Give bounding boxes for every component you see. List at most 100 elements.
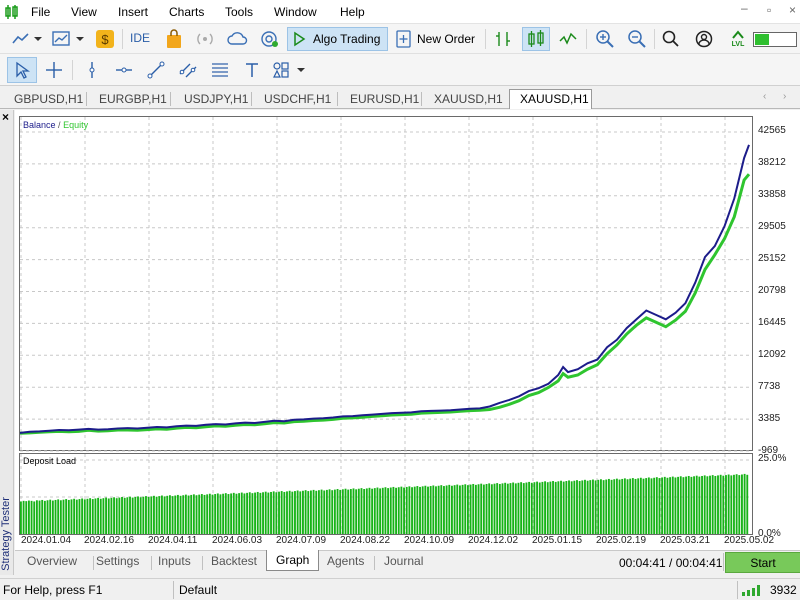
deposit-load-bar bbox=[565, 481, 568, 534]
deposit-load-bar bbox=[437, 485, 440, 534]
tab-backtest[interactable]: Backtest bbox=[211, 554, 257, 568]
x-tick: 2024.10.09 bbox=[404, 535, 455, 546]
deposit-load-bar bbox=[480, 483, 483, 534]
deposit-load-bar bbox=[477, 484, 480, 534]
deposit-load-bar bbox=[206, 494, 209, 534]
deposit-load-bar bbox=[333, 489, 336, 534]
tab-inputs[interactable]: Inputs bbox=[158, 554, 191, 568]
deposit-load-bar bbox=[520, 482, 523, 534]
deposit-load-bar bbox=[701, 475, 703, 534]
deposit-load-bar bbox=[621, 478, 624, 534]
deposit-load-bar bbox=[490, 484, 493, 534]
tab-graph[interactable]: Graph bbox=[266, 550, 320, 571]
deposit-load-bar bbox=[230, 493, 233, 534]
deposit-load-bar bbox=[315, 490, 318, 534]
deposit-load-bar bbox=[496, 483, 499, 534]
deposit-load-bar bbox=[576, 480, 578, 534]
tab-journal[interactable]: Journal bbox=[384, 554, 423, 568]
deposit-load-bar bbox=[403, 487, 405, 534]
y-tick: 20798 bbox=[758, 285, 786, 296]
deposit-load-bar bbox=[482, 484, 485, 534]
deposit-load-bar bbox=[161, 495, 163, 534]
deposit-load-bar bbox=[323, 490, 326, 534]
deposit-load-bar bbox=[650, 478, 653, 534]
y-tick: 16445 bbox=[758, 317, 786, 328]
tab-settings[interactable]: Settings bbox=[96, 554, 139, 568]
deposit-load-bar bbox=[634, 478, 637, 534]
deposit-load-bar bbox=[307, 491, 310, 534]
deposit-load-bar bbox=[693, 476, 695, 534]
deposit-load-bar bbox=[615, 478, 618, 534]
deposit-load-bar bbox=[139, 497, 142, 534]
deposit-load-bar bbox=[647, 477, 650, 534]
deposit-load-bar bbox=[440, 485, 443, 534]
deposit-load-bar bbox=[147, 497, 150, 534]
deposit-load-bar bbox=[179, 495, 182, 534]
deposit-load-bar bbox=[570, 481, 573, 534]
deposit-load-bar bbox=[251, 493, 254, 534]
deposit-load-bar bbox=[371, 488, 374, 534]
deposit-load-bar bbox=[286, 491, 288, 534]
deposit-load-bar bbox=[43, 500, 46, 534]
x-tick: 2025.05.02 bbox=[724, 535, 775, 546]
deposit-load-bar bbox=[493, 483, 496, 534]
tab-agents[interactable]: Agents bbox=[327, 554, 364, 568]
deposit-load-bar bbox=[107, 498, 110, 534]
deposit-load-bar bbox=[568, 480, 570, 534]
deposit-load-bar bbox=[275, 492, 278, 534]
deposit-load-bar bbox=[190, 494, 193, 534]
deposit-load-bar bbox=[456, 484, 459, 534]
deposit-load-bar bbox=[592, 479, 594, 534]
deposit-load-bar bbox=[658, 478, 661, 534]
deposit-load-bar bbox=[349, 489, 352, 534]
deposit-load-bar bbox=[67, 499, 70, 534]
deposit-load-bar bbox=[536, 481, 539, 534]
deposit-load-bar bbox=[461, 484, 464, 534]
deposit-load-bar bbox=[586, 480, 589, 534]
start-button[interactable]: Start bbox=[725, 552, 800, 573]
deposit-load-bar bbox=[400, 486, 403, 534]
x-tick: 2024.04.11 bbox=[148, 535, 198, 546]
equity-line bbox=[19, 173, 751, 435]
deposit-load-bar bbox=[528, 481, 531, 534]
tab-overview[interactable]: Overview bbox=[27, 554, 77, 568]
deposit-load-bar bbox=[70, 499, 73, 534]
deposit-load-bar bbox=[227, 494, 230, 534]
deposit-load-bar bbox=[738, 475, 741, 534]
deposit-load-bar bbox=[296, 490, 299, 534]
deposit-load-bar bbox=[339, 489, 342, 534]
y-tick: 7738 bbox=[758, 381, 781, 392]
deposit-load-bar bbox=[264, 491, 267, 534]
deposit-load-bar bbox=[203, 494, 206, 534]
deposit-load-bar bbox=[262, 492, 264, 534]
deposit-load-bar bbox=[395, 487, 397, 534]
deposit-load-bar bbox=[216, 493, 219, 534]
deposit-load-bar bbox=[474, 484, 477, 534]
deposit-load-bar bbox=[416, 486, 419, 534]
deposit-load-bar bbox=[259, 492, 262, 534]
deposit-load-bar bbox=[200, 494, 203, 534]
deposit-load-bar bbox=[432, 485, 435, 534]
start-button-label: Start bbox=[750, 555, 776, 570]
deposit-load-bar bbox=[288, 490, 291, 534]
deposit-load-bar bbox=[589, 480, 592, 534]
deposit-load-bar bbox=[134, 497, 137, 534]
deposit-load-bar bbox=[304, 490, 307, 534]
deposit-load-bar bbox=[102, 498, 105, 534]
deposit-load-bar bbox=[735, 474, 738, 534]
deposit-load-bar bbox=[91, 499, 94, 534]
deposit-load-bar bbox=[176, 494, 179, 534]
deposit-load-bar bbox=[280, 491, 283, 534]
deposit-load-bar bbox=[27, 500, 30, 534]
deposit-load-bar bbox=[320, 489, 323, 534]
deposit-load-bar bbox=[727, 474, 730, 534]
y-tick: 29505 bbox=[758, 221, 786, 232]
deposit-load-bar bbox=[743, 473, 746, 534]
deposit-load-bar bbox=[600, 479, 602, 534]
deposit-load-bar bbox=[376, 487, 379, 534]
deposit-load-bar bbox=[302, 490, 304, 534]
deposit-load-bar bbox=[509, 483, 512, 534]
deposit-load-bar bbox=[530, 482, 533, 534]
deposit-load-bar bbox=[198, 494, 201, 534]
y-tick: 38212 bbox=[758, 157, 786, 168]
